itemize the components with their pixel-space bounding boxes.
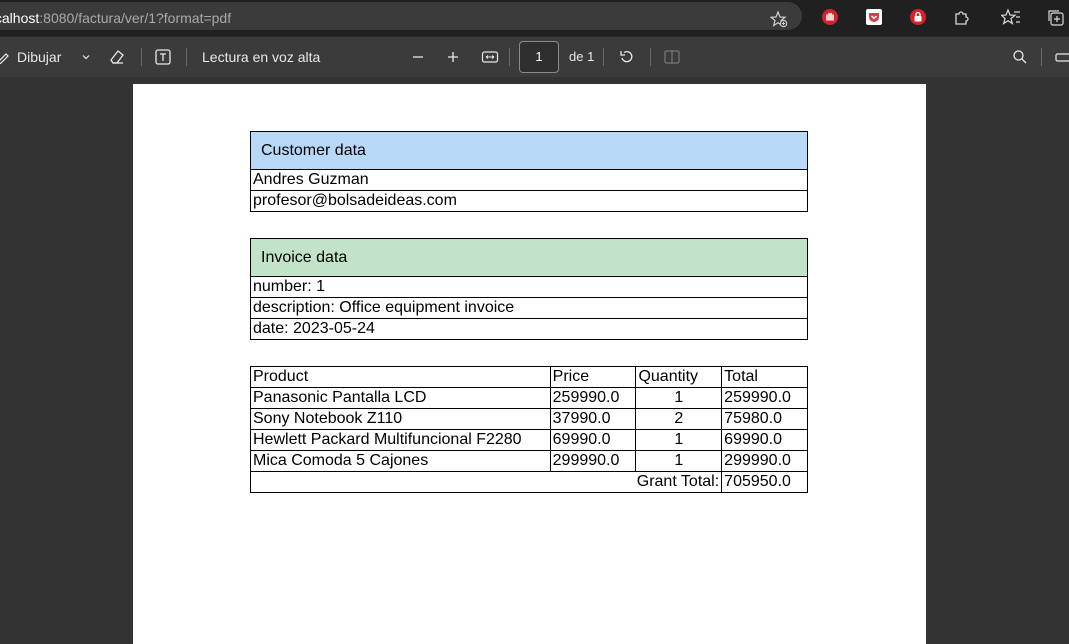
customer-data-table: Customer data Andres Guzman profesor@bol…	[250, 131, 808, 212]
table-row: Hewlett Packard Multifuncional F2280 699…	[250, 429, 808, 451]
item-product: Hewlett Packard Multifuncional F2280	[250, 429, 551, 451]
page-total-label: de 1	[569, 49, 595, 64]
item-price: 299990.0	[549, 450, 637, 472]
item-price: 69990.0	[549, 429, 637, 451]
pdf-viewer: Customer data Andres Guzman profesor@bol…	[0, 77, 1069, 644]
invoice-date: date: 2023-05-24	[250, 318, 808, 340]
two-page-view-icon[interactable]	[661, 46, 683, 68]
item-price: 259990.0	[549, 387, 637, 409]
read-aloud-button[interactable]: Lectura en voz alta	[202, 49, 320, 65]
pocket-icon[interactable]	[863, 6, 885, 28]
column-header-product: Product	[250, 366, 551, 388]
collections-icon[interactable]	[1044, 6, 1066, 28]
customer-data-header: Customer data	[250, 131, 808, 170]
item-quantity: 1	[635, 450, 723, 472]
adblock-icon[interactable]	[819, 6, 841, 28]
invoice-number: number: 1	[250, 276, 808, 298]
toolbar-divider	[650, 48, 651, 66]
draw-button-label[interactable]: Dibujar	[17, 49, 61, 65]
invoice-data-table: Invoice data number: 1 description: Offi…	[250, 238, 808, 340]
url-host: localhost	[0, 10, 40, 26]
print-icon[interactable]	[1052, 46, 1069, 68]
column-header-price: Price	[549, 366, 637, 388]
star-add-icon[interactable]	[768, 8, 790, 30]
item-total: 75980.0	[721, 408, 808, 430]
item-quantity: 1	[635, 387, 723, 409]
browser-top-bar: localhost:8080/factura/ver/1?format=pdf	[0, 0, 1069, 36]
table-row: Sony Notebook Z110 37990.0 2 75980.0	[250, 408, 808, 430]
toolbar-divider	[141, 48, 142, 66]
customer-email: profesor@bolsadeideas.com	[250, 190, 808, 212]
chevron-down-icon[interactable]	[75, 46, 97, 68]
toolbar-divider	[603, 48, 604, 66]
address-bar[interactable]: localhost:8080/factura/ver/1?format=pdf	[0, 2, 802, 30]
items-table: Product Price Quantity Total Panasonic P…	[249, 366, 808, 493]
text-box-icon[interactable]	[152, 46, 174, 68]
search-icon[interactable]	[1009, 46, 1031, 68]
item-product: Sony Notebook Z110	[250, 408, 551, 430]
grand-total-value: 705950.0	[721, 471, 808, 493]
rotate-icon[interactable]	[616, 46, 638, 68]
item-product: Panasonic Pantalla LCD	[250, 387, 551, 409]
table-row: Mica Comoda 5 Cajones 299990.0 1 299990.…	[250, 450, 808, 472]
item-total: 259990.0	[721, 387, 808, 409]
items-header-row: Product Price Quantity Total	[250, 366, 808, 388]
page-number-input[interactable]: 1	[519, 41, 559, 73]
item-total: 299990.0	[721, 450, 808, 472]
item-total: 69990.0	[721, 429, 808, 451]
invoice-data-header: Invoice data	[250, 238, 808, 277]
item-quantity: 1	[635, 429, 723, 451]
grand-total-label: Grant Total:	[249, 471, 723, 493]
eraser-icon[interactable]	[106, 46, 128, 68]
toolbar-divider	[186, 48, 187, 66]
lock-extension-icon[interactable]	[907, 6, 929, 28]
fit-width-icon[interactable]	[479, 46, 501, 68]
invoice-description: description: Office equipment invoice	[250, 297, 808, 319]
toolbar-divider	[509, 48, 510, 66]
pdf-toolbar: Dibujar Lectura en voz alta 1 de 1	[0, 36, 1069, 77]
item-quantity: 2	[635, 408, 723, 430]
extensions-icon[interactable]	[951, 6, 973, 28]
zoom-in-icon[interactable]	[442, 46, 464, 68]
zoom-out-icon[interactable]	[407, 46, 429, 68]
table-row: Panasonic Pantalla LCD 259990.0 1 259990…	[250, 387, 808, 409]
item-product: Mica Comoda 5 Cajones	[250, 450, 551, 472]
url-path: :8080/factura/ver/1?format=pdf	[39, 10, 232, 26]
column-header-total: Total	[721, 366, 808, 388]
url-text[interactable]: localhost:8080/factura/ver/1?format=pdf	[0, 10, 231, 26]
column-header-quantity: Quantity	[635, 366, 723, 388]
customer-name: Andres Guzman	[250, 169, 808, 191]
draw-pen-icon[interactable]	[0, 46, 14, 68]
toolbar-divider	[1041, 48, 1042, 66]
item-price: 37990.0	[549, 408, 637, 430]
pdf-page: Customer data Andres Guzman profesor@bol…	[133, 84, 926, 644]
favorites-icon[interactable]	[1000, 6, 1022, 28]
grand-total-row: Grant Total: 705950.0	[249, 471, 808, 493]
